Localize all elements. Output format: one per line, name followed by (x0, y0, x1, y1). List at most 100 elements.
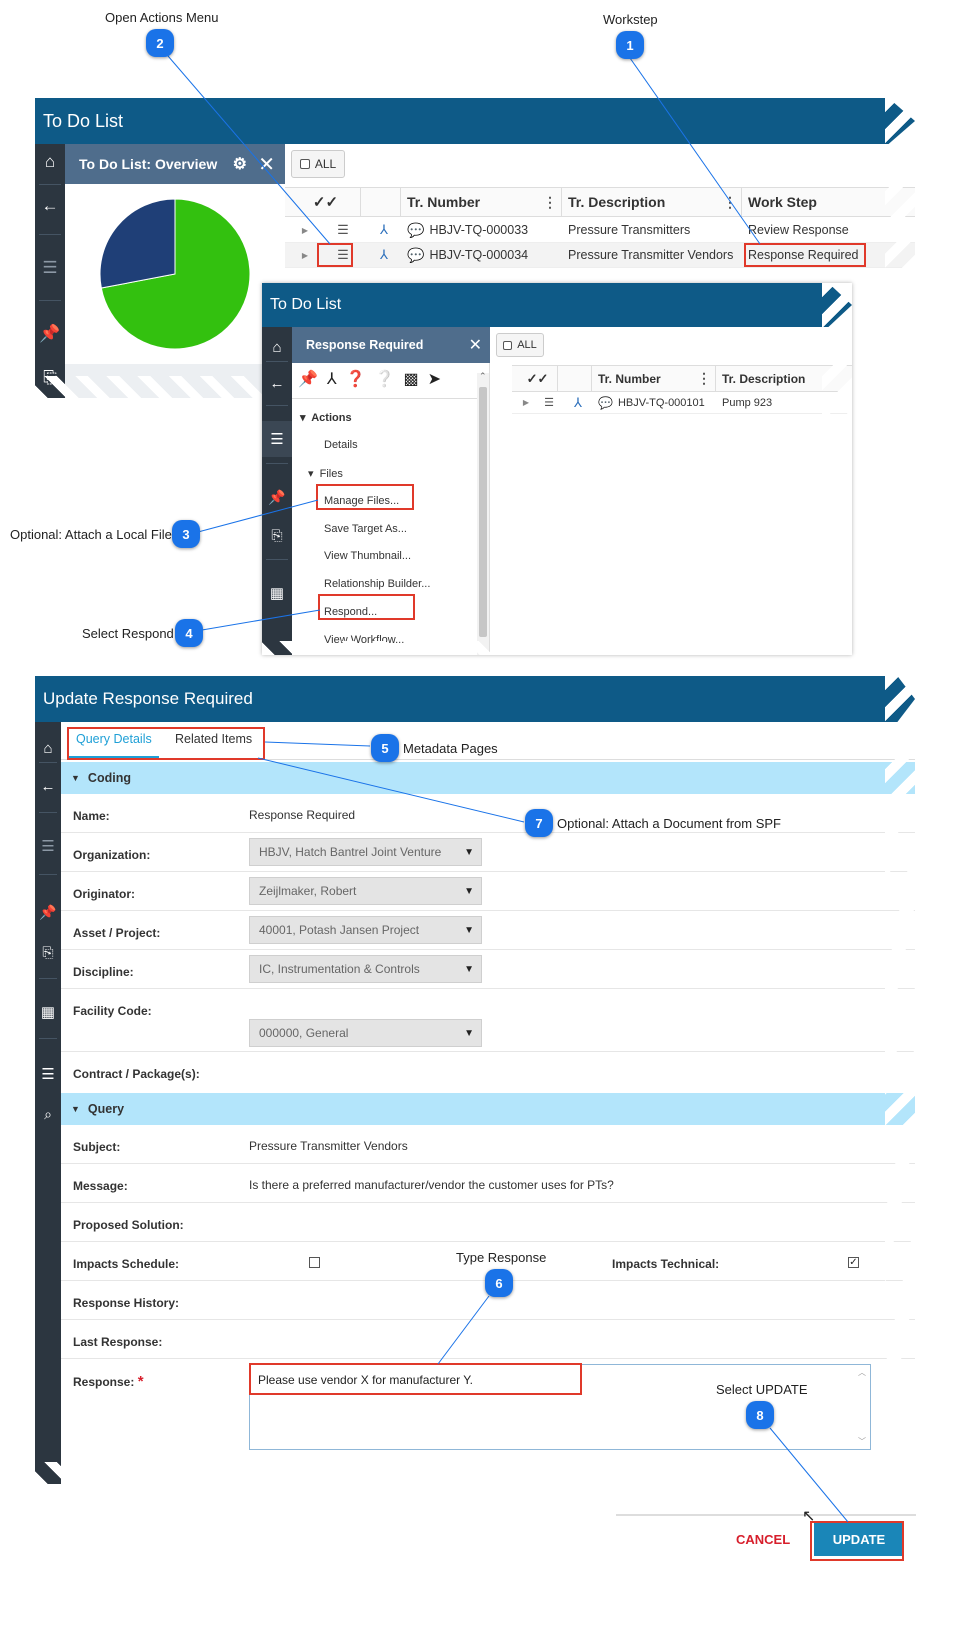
highlight-workstep (744, 243, 866, 267)
field-asset-project: Asset / Project: 40001, Potash Jansen Pr… (61, 911, 915, 950)
nav-divider (39, 184, 61, 185)
response-required-header: Response Required ✕ (292, 327, 490, 363)
view-thumbnail-item[interactable]: View Thumbnail... (324, 550, 411, 562)
pin-icon[interactable]: 📌 (298, 369, 318, 389)
dropdown-arrow-icon: ▼ (464, 1027, 474, 1039)
originator-select[interactable]: Zeijlmaker, Robert ▼ (249, 877, 482, 905)
close-icon[interactable]: ✕ (469, 335, 482, 355)
table-row[interactable]: ▶ ☰ ⅄ 💬 HBJV-TQ-000101 Pump 923 (512, 392, 852, 414)
send-icon[interactable]: ➤ (428, 369, 441, 389)
col-tr-number[interactable]: Tr. Number ⋮ (401, 188, 562, 216)
home-icon[interactable]: ⌂ (35, 730, 61, 766)
nav-sidebar: ⌂ ← ☰ 📌 ⎘ ▦ (262, 327, 292, 655)
impacts-schedule-checkbox[interactable] (309, 1257, 320, 1268)
back-arrow-icon[interactable]: ← (35, 188, 65, 224)
tr-description-cell: Pressure Transmitters (568, 223, 691, 237)
workflow-icon[interactable]: ⅄ (327, 369, 337, 389)
nav-divider (39, 300, 61, 301)
expand-caret-icon[interactable]: ▶ (512, 392, 534, 413)
comment-icon: 💬 (407, 246, 425, 263)
tree-actions[interactable]: ▾ Actions (300, 411, 352, 424)
expand-caret-icon[interactable]: ▶ (285, 218, 319, 242)
divider (616, 1514, 916, 1516)
dashboard-icon[interactable]: ▦ (35, 994, 61, 1030)
section-query[interactable]: ▼ Query (61, 1093, 915, 1125)
help-icon[interactable]: ❓ (346, 369, 366, 389)
back-arrow-icon[interactable]: ← (35, 768, 61, 804)
nav-divider (266, 361, 288, 362)
back-arrow-icon[interactable]: ← (262, 365, 292, 401)
tree-files[interactable]: ▾ Files (308, 467, 343, 480)
highlight-actions-menu (317, 243, 353, 267)
overview-pie-chart (99, 198, 251, 350)
annotation-label-1: Workstep (603, 12, 658, 27)
organization-select[interactable]: HBJV, Hatch Bantrel Joint Venture ▼ (249, 838, 482, 866)
annotation-badge-2: 2 (146, 29, 174, 57)
inbox-icon[interactable]: ⎘ (262, 517, 292, 553)
textarea-scrollbar[interactable]: ︿ ﹀ (856, 1367, 868, 1447)
annotation-label-3: Optional: Attach a Local File (10, 527, 172, 542)
close-icon[interactable]: ✕ (258, 152, 275, 177)
tr-number-cell: 💬 HBJV-TQ-000034 (407, 246, 529, 263)
field-subject: Subject: Pressure Transmitter Vendors (61, 1125, 915, 1164)
tr-number-cell: 💬 HBJV-TQ-000101 (598, 395, 705, 410)
grid-header: ✓✓ Tr. Number ⋮ Tr. Description ⋮ Work Ste… (285, 187, 915, 217)
qr-code-icon[interactable]: ▩ (404, 369, 419, 389)
list-icon[interactable]: ☰ (262, 421, 292, 457)
asset-project-select[interactable]: 40001, Potash Jansen Project ▼ (249, 916, 482, 944)
field-contract: Contract / Package(s): (73, 1067, 200, 1081)
message-value: Is there a preferred manufacturer/vendor… (249, 1178, 614, 1192)
cancel-button[interactable]: CANCEL (736, 1532, 790, 1547)
side-title: Response Required (306, 338, 424, 352)
actions-menu-icon[interactable]: ☰ (534, 392, 558, 413)
pie-slice-navy[interactable] (99, 198, 176, 289)
facility-code-select[interactable]: 000000, General ▼ (249, 1019, 482, 1047)
expand-caret-icon[interactable]: ▶ (285, 243, 319, 267)
scrollbar[interactable]: ⌃ (477, 371, 489, 655)
list-icon[interactable]: ☰ (35, 250, 65, 286)
inbox-icon[interactable]: ⎘ (35, 934, 61, 970)
annotation-badge-6: 6 (485, 1269, 513, 1297)
scroll-thumb[interactable] (479, 387, 487, 637)
pin-icon[interactable]: 📌 (262, 479, 292, 515)
annotation-badge-5: 5 (371, 734, 399, 762)
torn-edge (885, 676, 915, 1484)
list-icon[interactable]: ☰ (35, 828, 61, 864)
torn-edge (35, 1462, 915, 1484)
scroll-up-icon[interactable]: ⌃ (479, 371, 487, 382)
col-check-all[interactable]: ✓✓ (512, 366, 558, 391)
list-numbered-icon[interactable]: ☰ (35, 1056, 61, 1092)
search-list-icon[interactable]: ⌕ (35, 1096, 61, 1132)
select-all-button[interactable]: ALL (496, 333, 544, 357)
home-icon[interactable]: ⌂ (35, 144, 65, 180)
save-target-item[interactable]: Save Target As... (324, 523, 407, 535)
col-tr-number[interactable]: Tr. Number ⋮ (592, 366, 716, 391)
gear-icon[interactable]: ⚙ (233, 154, 247, 174)
subject-value: Pressure Transmitter Vendors (249, 1139, 408, 1153)
col-label: Work Step (748, 194, 817, 210)
dropdown-arrow-icon: ▼ (464, 924, 474, 936)
actions-menu-icon[interactable]: ☰ (319, 218, 361, 242)
pin-icon[interactable]: 📌 (35, 316, 65, 352)
dashboard-icon[interactable]: ▦ (262, 575, 292, 611)
nav-sidebar: ⌂ ← ☰ 📌 ⎘ (35, 144, 65, 398)
tree-details[interactable]: Details (324, 439, 358, 451)
column-menu-icon[interactable]: ⋮ (723, 194, 737, 211)
todo-list-title: To Do List (35, 98, 915, 144)
discipline-select[interactable]: IC, Instrumentation & Controls ▼ (249, 955, 482, 983)
column-menu-icon[interactable]: ⋮ (697, 370, 711, 387)
impacts-technical-checkbox[interactable]: ✓ (848, 1257, 859, 1268)
col-tr-description[interactable]: Tr. Description ⋮ (562, 188, 742, 216)
select-all-button[interactable]: ALL (291, 150, 345, 178)
pin-icon[interactable]: 📌 (35, 894, 61, 930)
column-menu-icon[interactable]: ⋮ (543, 194, 557, 211)
workflow-icon: ⅄ (574, 394, 582, 410)
relationship-builder-item[interactable]: Relationship Builder... (324, 578, 430, 590)
home-icon[interactable]: ⌂ (262, 329, 292, 365)
toolbar: 📌 ⅄ ❓ ❔ ▩ ➤ (298, 369, 441, 389)
section-coding[interactable]: ▼ Coding (61, 762, 915, 794)
annotation-label-4: Select Respond (82, 626, 174, 641)
help-circle-icon[interactable]: ❔ (375, 369, 395, 389)
table-row[interactable]: ▶ ☰ ⅄ 💬 HBJV-TQ-000033 Pressure Transmitt… (285, 218, 915, 243)
col-check-all[interactable]: ✓✓ (285, 188, 361, 216)
